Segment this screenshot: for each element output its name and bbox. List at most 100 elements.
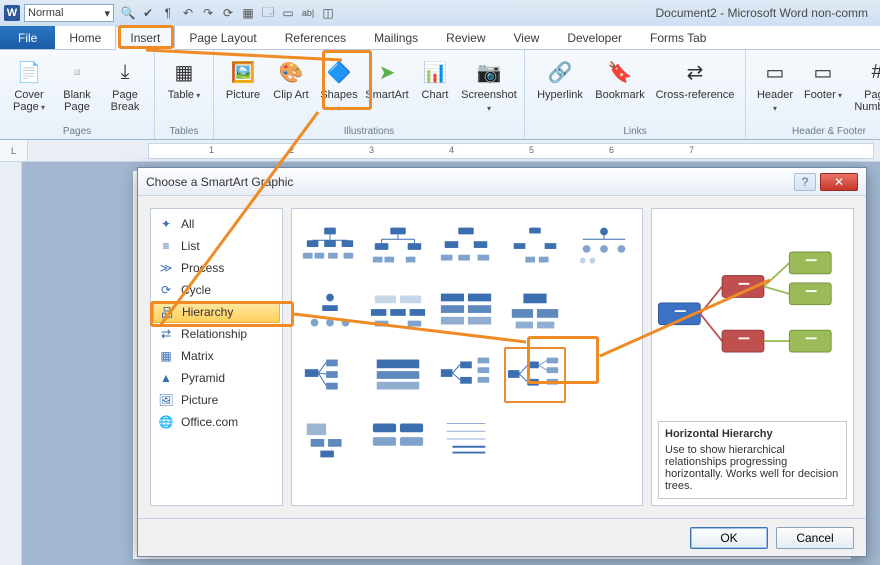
category-matrix[interactable]: ▦Matrix [151,345,282,367]
refresh-icon[interactable]: ⟳ [220,5,236,21]
bookmark-icon: 🔖 [605,57,635,87]
category-process[interactable]: ≫Process [151,257,282,279]
category-office-com[interactable]: 🌐 Office.com [151,411,282,433]
gallery-thumb[interactable] [436,219,496,275]
cross-reference-button[interactable]: ⇄ Cross-reference [651,54,739,104]
table-button[interactable]: ▦ Table ▾ [161,54,207,105]
cat-label: All [181,217,194,231]
screenshot-label: Screenshot [461,89,517,101]
tab-file[interactable]: File [0,26,55,49]
page-number-button[interactable]: # Page Number ▾ [848,54,880,118]
cat-label: Office.com [181,415,238,429]
blank-page-button[interactable]: ▫️ Blank Page [54,54,100,117]
blank-page-icon: ▫️ [62,57,92,87]
undo-icon[interactable]: ↶ [180,5,196,21]
tab-view[interactable]: View [500,26,554,49]
format-icon[interactable]: ◫ [320,5,336,21]
dialog-titlebar[interactable]: Choose a SmartArt Graphic ? ✕ [138,168,866,196]
ruler-corner: L [0,140,28,161]
style-combo[interactable]: Normal ▾ [24,4,114,22]
gallery-thumb[interactable] [574,347,634,403]
tab-forms[interactable]: Forms Tab [636,26,720,49]
gallery-thumb[interactable] [300,411,360,467]
gallery-thumb[interactable] [504,219,566,275]
chart-button[interactable]: 📊 Chart [412,54,458,118]
page-number-label: Page Number [854,89,880,113]
table-icon[interactable]: ▦ [240,5,256,21]
picture-icon: 🖼️ [228,57,258,87]
cat-label: Matrix [181,349,214,363]
tab-developer[interactable]: Developer [553,26,636,49]
ok-button[interactable]: OK [690,527,768,549]
hyperlink-button[interactable]: 🔗 Hyperlink [531,54,589,104]
smartart-icon: ➤ [372,57,402,87]
globe-icon: 🌐 [159,415,173,429]
category-hierarchy[interactable]: 品Hierarchy [153,301,280,323]
gallery-thumb[interactable] [300,219,360,275]
page-break-label: Page Break [104,89,146,113]
insert-icon[interactable]: ▭ [280,5,296,21]
page-break-icon: ⤓ [110,57,140,87]
quick-access-toolbar: W Normal ▾ 🔍 ✔ ¶ ↶ ↷ ⟳ ▦ 🗔 ▭ ab| ◫ Docum… [0,0,880,26]
tab-home[interactable]: Home [55,26,115,49]
horizontal-ruler[interactable]: 1 2 3 4 5 6 7 [148,143,874,159]
page-break-button[interactable]: ⤓ Page Break [102,54,148,117]
gallery-thumb[interactable] [436,411,496,467]
screenshot-button[interactable]: 📷 Screenshot ▾ [460,54,518,118]
dialog-close-button[interactable]: ✕ [820,173,858,191]
gallery-thumb[interactable] [574,283,634,339]
tab-page-layout[interactable]: Page Layout [175,26,270,49]
picture-button[interactable]: 🖼️ Picture [220,54,266,118]
redo-icon[interactable]: ↷ [200,5,216,21]
gallery-thumb[interactable] [436,347,496,403]
category-list[interactable]: ≡List [151,235,282,257]
smartart-button[interactable]: ➤ SmartArt [364,54,410,118]
dialog-buttons: OK Cancel [138,518,866,556]
gallery-thumb[interactable] [368,283,428,339]
gallery-thumb[interactable] [574,219,634,275]
gallery-thumb[interactable] [574,411,634,467]
tab-insert[interactable]: Insert [115,26,175,50]
pyramid-icon: ▲ [159,371,173,385]
print-preview-icon[interactable]: 🔍 [120,5,136,21]
dialog-help-button[interactable]: ? [794,173,816,191]
cross-reference-icon: ⇄ [680,57,710,87]
gallery-thumb[interactable] [436,283,496,339]
all-icon: ✦ [159,217,173,231]
category-relationship[interactable]: ⇄Relationship [151,323,282,345]
gallery-thumb[interactable] [368,347,428,403]
bookmark-button[interactable]: 🔖 Bookmark [591,54,649,104]
gallery-thumb[interactable] [300,347,360,403]
header-button[interactable]: ▭ Header ▾ [752,54,798,118]
category-picture[interactable]: 🖼Picture [151,389,282,411]
gallery-thumb-selected[interactable] [504,347,566,403]
gallery-thumb[interactable] [504,283,566,339]
spell-check-icon[interactable]: ✔ [140,5,156,21]
tab-references[interactable]: References [271,26,360,49]
gallery-thumb[interactable] [504,411,566,467]
clip-art-icon: 🎨 [276,57,306,87]
tab-mailings[interactable]: Mailings [360,26,432,49]
gallery-thumb[interactable] [368,219,428,275]
category-all[interactable]: ✦ All [151,213,282,235]
category-cycle[interactable]: ⟳Cycle [151,279,282,301]
cancel-button[interactable]: Cancel [776,527,854,549]
cross-reference-label: Cross-reference [656,89,735,101]
clip-art-button[interactable]: 🎨 Clip Art [268,54,314,118]
pilcrow-icon[interactable]: ¶ [160,5,176,21]
shapes-button[interactable]: 🔷 Shapes ▾ [316,54,362,118]
shapes-icon: 🔷 [324,57,354,87]
gallery-thumb[interactable] [300,283,360,339]
header-icon: ▭ [760,57,790,87]
category-pyramid[interactable]: ▲Pyramid [151,367,282,389]
vertical-ruler[interactable] [0,162,22,565]
blank-page-label: Blank Page [56,89,98,113]
tab-review[interactable]: Review [432,26,499,49]
group-illustrations-label: Illustrations [220,126,518,137]
gallery-thumb[interactable] [368,411,428,467]
footer-button[interactable]: ▭ Footer ▾ [800,54,846,118]
preview-icon[interactable]: 🗔 [260,5,276,21]
cover-page-button[interactable]: 📄 Cover Page ▾ [6,54,52,117]
abc-icon[interactable]: ab| [300,5,316,21]
gallery-pane [291,208,643,506]
